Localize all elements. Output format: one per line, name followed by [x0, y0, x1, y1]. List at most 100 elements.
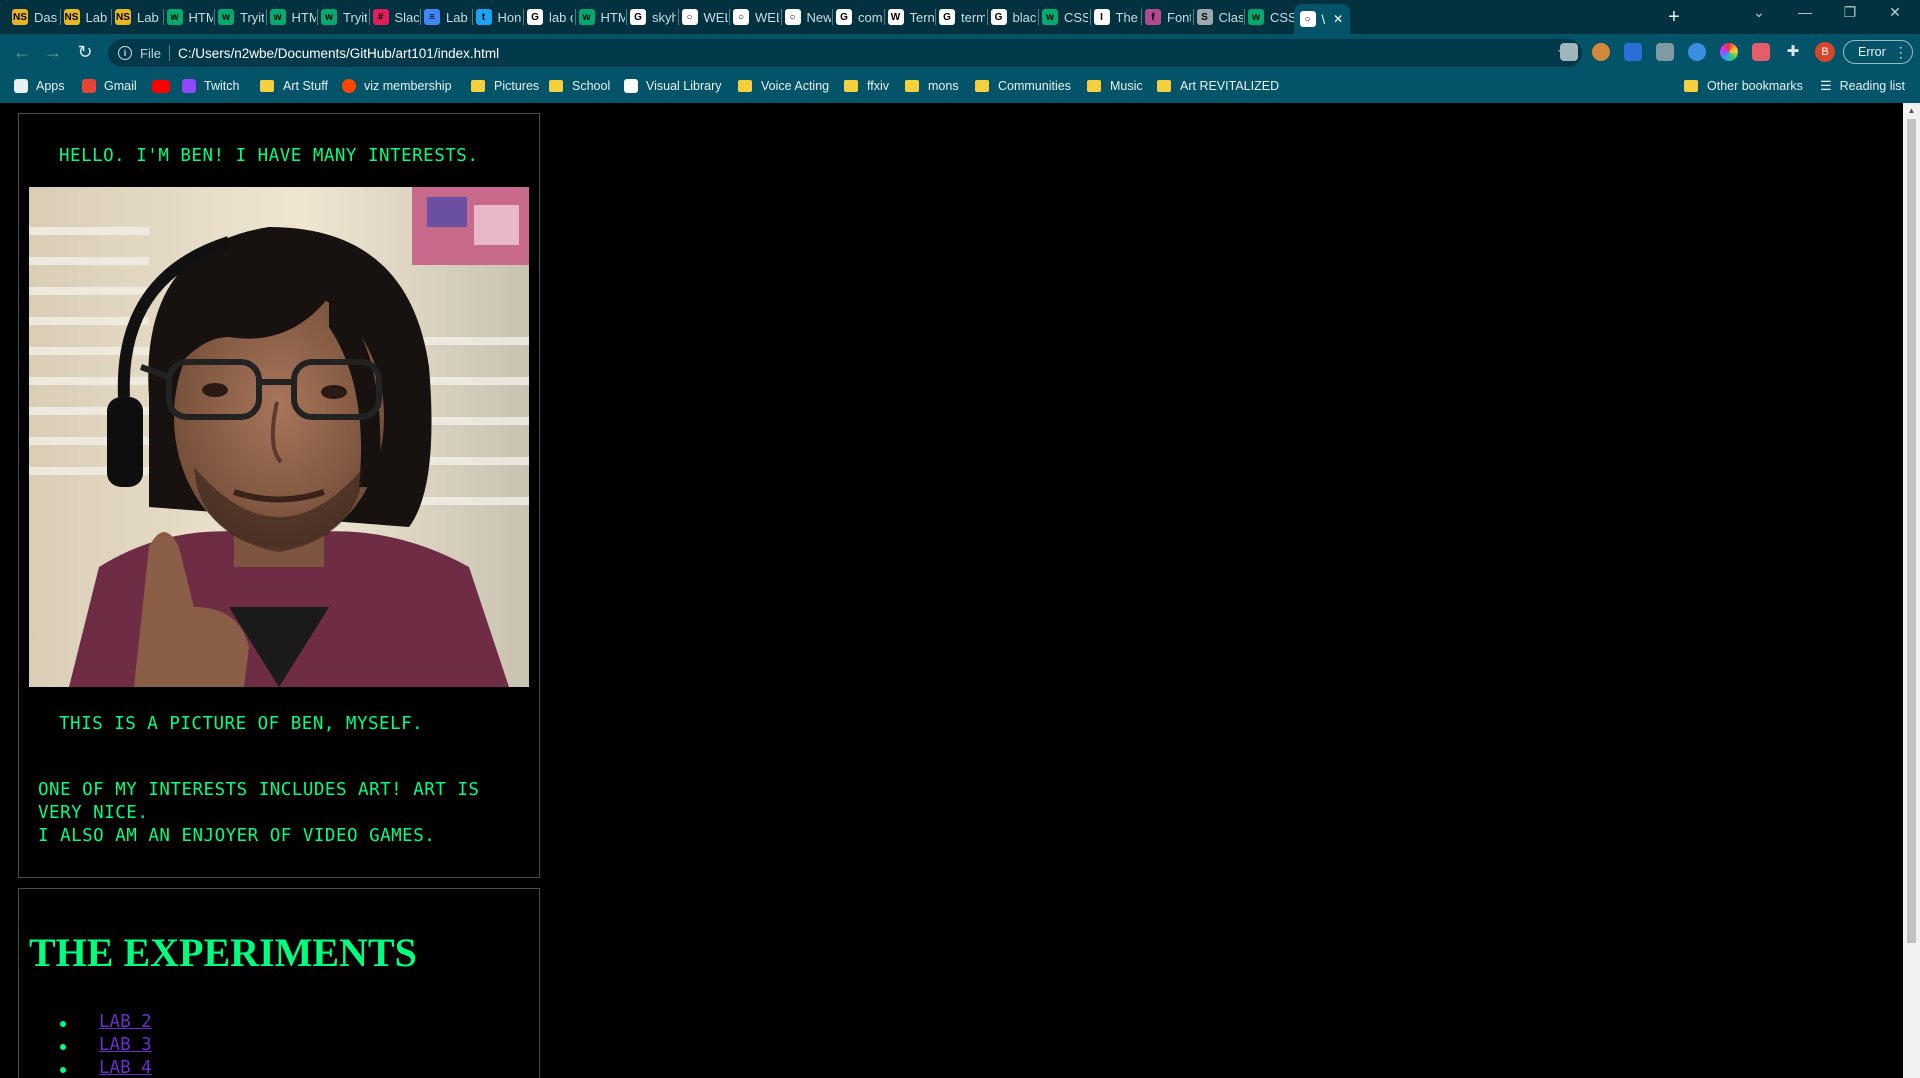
lab-list-bullet	[60, 1067, 66, 1073]
browser-tab[interactable]: W Tern	[887, 4, 934, 30]
tab-separator	[111, 9, 112, 25]
folder-icon	[260, 80, 274, 92]
extension-icon-1[interactable]	[1560, 43, 1578, 61]
tab-search-icon[interactable]: ⌄	[1744, 4, 1774, 21]
tab-label: HTM	[291, 9, 316, 25]
bookmark-item[interactable]: Art REVITALIZED	[1157, 76, 1279, 96]
back-button[interactable]: ←	[10, 42, 34, 63]
browser-tab[interactable]: t Hon	[475, 4, 522, 30]
color-wheel-extension-icon[interactable]	[1720, 43, 1738, 61]
browser-tab[interactable]: w CSS	[1042, 4, 1088, 30]
browser-tab[interactable]: w HTM	[578, 4, 625, 30]
extension-icon-2[interactable]	[1592, 43, 1610, 61]
new-tab-button[interactable]: +	[1662, 6, 1686, 29]
other-bookmarks[interactable]: Other bookmarks	[1684, 76, 1803, 96]
bookmark-item[interactable]: mons	[905, 76, 959, 96]
lab-2-link[interactable]: LAB 2	[99, 1012, 152, 1032]
bookmark-item[interactable]: Twitch	[182, 76, 239, 96]
extensions-puzzle-icon[interactable]: ✚	[1784, 43, 1802, 61]
bookmark-item[interactable]: Music	[1087, 76, 1143, 96]
tab-label: Tryit	[343, 9, 367, 25]
bookmark-item[interactable]: Gmail	[82, 76, 137, 96]
tab-favicon-icon: G	[990, 9, 1007, 25]
browser-tab[interactable]: w HTM	[166, 4, 213, 30]
tab-favicon-icon: NS	[12, 9, 28, 25]
browser-tab[interactable]: Gterm	[939, 4, 985, 30]
tab-favicon-icon: S	[1196, 9, 1213, 25]
minimize-button[interactable]: —	[1790, 4, 1820, 20]
browser-tab[interactable]: Gcom	[836, 4, 882, 30]
close-window-button[interactable]: ✕	[1880, 4, 1910, 21]
tab-separator	[832, 9, 833, 25]
profile-avatar[interactable]: B	[1815, 42, 1835, 62]
bookmark-item[interactable]: Voice Acting	[738, 76, 829, 96]
twitch-icon	[182, 79, 196, 93]
folder-icon	[549, 80, 563, 92]
toolbar: ← → ↻ i File C:/Users/n2wbe/Documents/Gi…	[0, 34, 1920, 70]
url-text[interactable]: C:/Users/n2wbe/Documents/GitHub/art101/i…	[178, 46, 499, 61]
browser-tab[interactable]: I The	[1093, 4, 1140, 30]
close-tab-icon[interactable]: ✕	[1333, 12, 1343, 26]
browser-chrome: NS Dasl NS Lab NS Lab w HTM w Tryit w HTM w Tryit # Sla…	[0, 0, 1920, 103]
scroll-thumb[interactable]	[1907, 119, 1916, 943]
browser-tab[interactable]: ≡ Lab	[424, 4, 470, 30]
extension-icon-4[interactable]	[1656, 43, 1674, 61]
tab-favicon-icon: w	[1042, 9, 1058, 25]
tab-label: lab c	[549, 9, 573, 25]
menu-kebab-icon[interactable]: ⋮	[1894, 44, 1908, 61]
browser-tab[interactable]: f Font	[1145, 4, 1191, 30]
reading-list[interactable]: ☰ Reading list	[1820, 76, 1905, 96]
bookmark-item[interactable]: viz membership	[342, 76, 452, 96]
bookmark-item[interactable]: Pictures	[471, 76, 539, 96]
forward-button[interactable]: →	[41, 42, 65, 63]
browser-tab[interactable]: w Tryit	[321, 4, 367, 30]
tab-separator	[59, 9, 61, 25]
browser-tab[interactable]: ○ \ ✕	[1293, 4, 1350, 34]
bookmark-item[interactable]: Visual Library	[624, 76, 722, 96]
bookmark-label: Art Stuff	[283, 79, 328, 93]
bookmark-item[interactable]	[152, 76, 178, 96]
bookmark-item[interactable]: Communities	[975, 76, 1071, 96]
tab-favicon-icon: t	[475, 9, 492, 25]
tab-favicon-icon: w	[1248, 9, 1264, 25]
browser-tab[interactable]: Gblac	[990, 4, 1037, 30]
extension-icon-7[interactable]	[1752, 43, 1770, 61]
bookmark-item[interactable]: Art Stuff	[260, 76, 328, 96]
browser-tab[interactable]: S Clas	[1196, 4, 1243, 30]
zip-extension-icon[interactable]	[1624, 43, 1642, 61]
browser-tab[interactable]: # Slacl	[372, 4, 419, 30]
extension-icon-5[interactable]	[1688, 43, 1706, 61]
bookmark-item[interactable]: School	[549, 76, 610, 96]
browser-tab[interactable]: NS Lab	[115, 4, 161, 30]
browser-tab[interactable]: NS Lab	[63, 4, 110, 30]
folder-icon	[844, 80, 858, 92]
browser-tab[interactable]: NS Dasl	[12, 4, 58, 30]
tab-separator	[420, 9, 421, 25]
bookmark-label: School	[572, 79, 611, 93]
bookmark-item[interactable]: ffxiv	[844, 76, 889, 96]
lab-3-link[interactable]: LAB 3	[99, 1035, 152, 1055]
browser-tab[interactable]: w CSS	[1248, 4, 1294, 30]
tab-label: Lab	[446, 9, 468, 25]
browser-tab[interactable]: w Tryit	[218, 4, 264, 30]
browser-tab[interactable]: ○ New	[784, 4, 831, 30]
browser-tab[interactable]: ○ WEL	[681, 4, 728, 30]
tab-label: Tryit	[240, 9, 264, 25]
tab-label: CSS	[1064, 9, 1088, 25]
tab-separator	[1089, 9, 1091, 25]
browser-tab[interactable]: ○ WEL	[733, 4, 779, 30]
browser-tab[interactable]: Gskyh	[630, 4, 676, 30]
address-bar[interactable]: i File C:/Users/n2wbe/Documents/GitHub/a…	[108, 39, 1582, 67]
error-button[interactable]: Error ⋮	[1843, 40, 1913, 64]
browser-tab[interactable]: Glab c	[527, 4, 573, 30]
lab-4-link[interactable]: LAB 4	[99, 1058, 152, 1078]
info-icon[interactable]: i	[118, 46, 132, 60]
tab-label: WEL	[755, 9, 779, 25]
restore-button[interactable]: ❐	[1835, 4, 1865, 21]
browser-tab[interactable]: w HTM	[269, 4, 316, 30]
tab-favicon-icon: G	[630, 9, 646, 25]
bookmark-item[interactable]: Apps	[14, 76, 65, 96]
scroll-up-icon[interactable]: ▲	[1907, 106, 1916, 115]
page-scrollbar[interactable]: ▲	[1903, 103, 1920, 1078]
reload-button[interactable]: ↻	[73, 42, 97, 63]
